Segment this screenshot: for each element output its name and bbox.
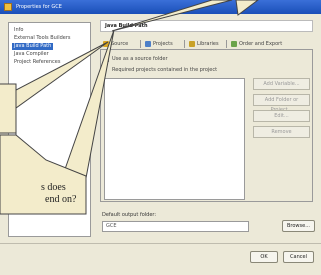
callout-pointer-top-right [235, 0, 259, 16]
callout-text-line1: s does [41, 182, 66, 193]
callout-pointer-top-left [111, 0, 233, 32]
callout-text-line2: end on? [45, 194, 77, 205]
callout-overlay [0, 0, 259, 215]
callout-bubble-small [0, 83, 17, 134]
